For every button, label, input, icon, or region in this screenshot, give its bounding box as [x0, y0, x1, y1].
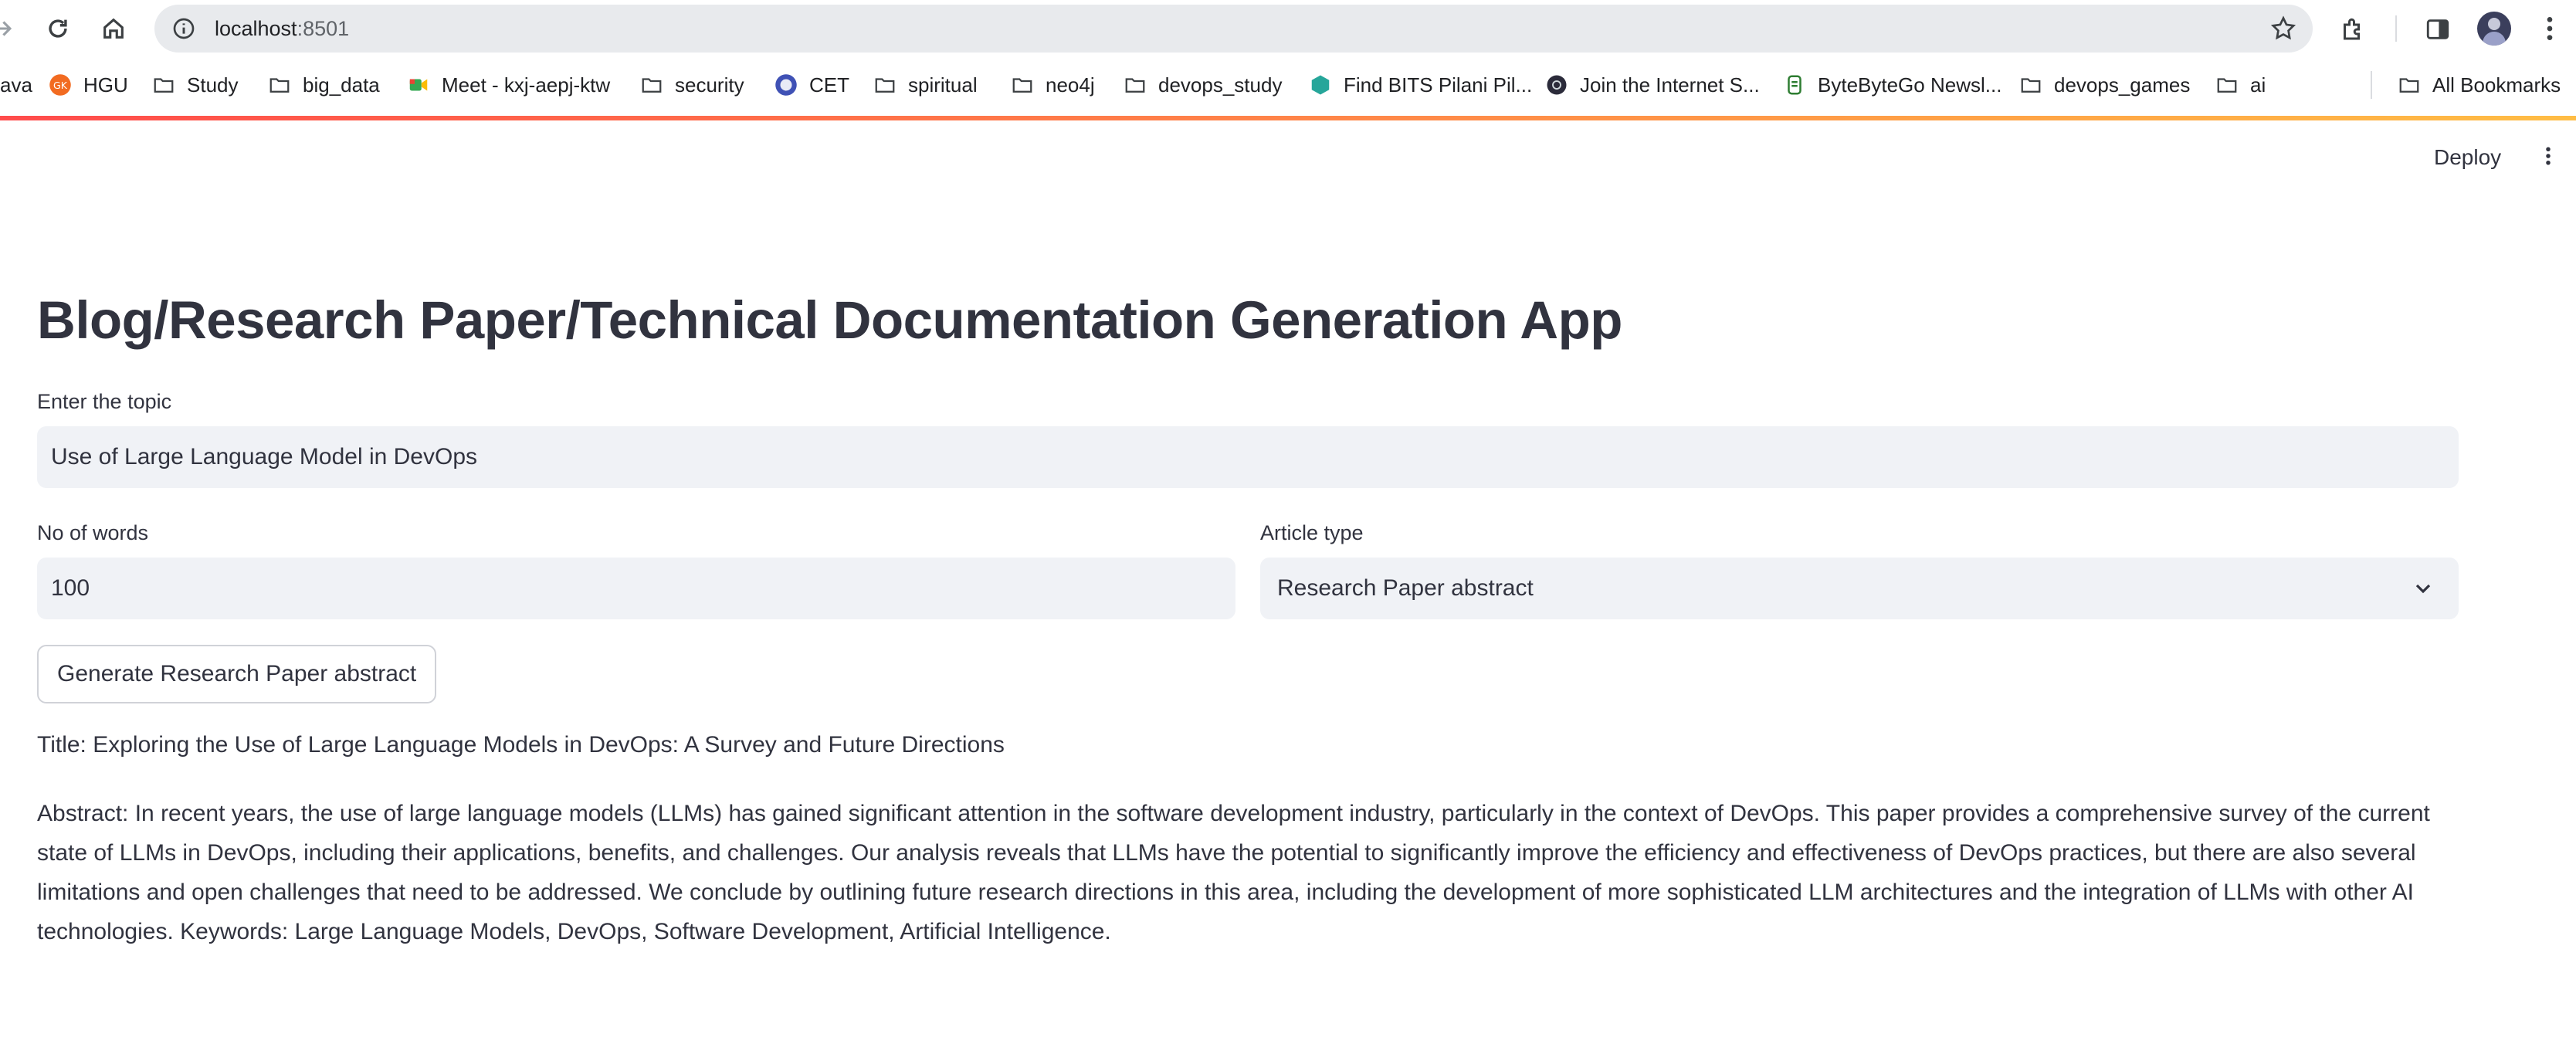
article-type-select[interactable]: Research Paper abstract — [1260, 558, 2459, 619]
word-count-value: 100 — [51, 575, 90, 601]
profile-avatar[interactable] — [2477, 12, 2511, 46]
bookmark-item[interactable]: Study — [151, 71, 239, 99]
browser-toolbar: localhost:8501 — [0, 0, 2576, 58]
bookmarks-bar: ava GK HGU Study big_data Meet - kxj-aep… — [0, 62, 2576, 110]
bookmark-item[interactable]: big_data — [267, 71, 380, 99]
bookmark-item[interactable]: devops_games — [2018, 71, 2190, 99]
toolbar-divider — [2395, 15, 2397, 42]
generate-button-label: Generate Research Paper abstract — [57, 661, 417, 686]
bookmark-label: big_data — [303, 73, 380, 97]
meet-icon — [406, 73, 431, 97]
word-count-label: No of words — [37, 521, 149, 544]
folder-icon — [2018, 73, 2043, 97]
hgu-icon: GK — [48, 73, 73, 97]
bookmark-item[interactable]: Find BITS Pilani Pil... — [1308, 71, 1532, 99]
folder-icon — [267, 73, 292, 97]
topic-label: Enter the topic — [37, 390, 172, 413]
side-panel-icon[interactable] — [2422, 13, 2454, 46]
app-menu-icon[interactable] — [2534, 141, 2562, 171]
all-bookmarks-button[interactable]: All Bookmarks — [2397, 71, 2561, 99]
bookmark-item[interactable]: GK HGU — [48, 71, 128, 99]
bookmark-item[interactable]: ava — [0, 71, 32, 99]
bookmark-label: Meet - kxj-aepj-ktw — [442, 73, 611, 97]
bookmark-item[interactable]: ByteByteGo Newsl... — [1782, 71, 2001, 99]
browser-menu-icon[interactable] — [2534, 13, 2565, 44]
home-icon[interactable] — [94, 9, 133, 48]
bookmark-item[interactable]: CET — [774, 71, 849, 99]
topic-input[interactable]: Use of Large Language Model in DevOps — [37, 426, 2459, 488]
svg-text:GK: GK — [53, 80, 68, 91]
generate-button[interactable]: Generate Research Paper abstract — [37, 645, 437, 703]
bookmark-item[interactable]: security — [639, 71, 744, 99]
cet-icon — [774, 73, 798, 97]
word-count-input[interactable]: 100 — [37, 558, 1235, 619]
extensions-icon[interactable] — [2337, 13, 2369, 46]
article-type-value: Research Paper abstract — [1277, 575, 1534, 601]
generated-title: Title: Exploring the Use of Large Langua… — [37, 732, 1005, 758]
bookmarks-divider — [2371, 71, 2372, 99]
address-bar[interactable]: localhost:8501 — [154, 5, 2313, 53]
bookmark-label: devops_study — [1158, 73, 1283, 97]
bookmark-label: Study — [187, 73, 239, 97]
bookmark-label: CET — [809, 73, 849, 97]
internet-icon — [1544, 73, 1569, 97]
bookmark-label: Find BITS Pilani Pil... — [1344, 73, 1533, 97]
bookmark-label: ava — [0, 73, 32, 97]
deploy-button[interactable]: Deploy — [2425, 141, 2510, 175]
bookmark-item[interactable]: devops_study — [1123, 71, 1282, 99]
url-text[interactable]: localhost:8501 — [215, 17, 349, 41]
folder-icon — [873, 73, 897, 97]
bookmark-item[interactable]: ai — [2215, 71, 2266, 99]
bytebytego-icon — [1782, 73, 1807, 97]
bookmark-item[interactable]: Meet - kxj-aepj-ktw — [406, 71, 610, 99]
page-title: Blog/Research Paper/Technical Documentat… — [37, 290, 1622, 350]
bits-icon — [1308, 73, 1333, 97]
topic-input-value: Use of Large Language Model in DevOps — [51, 444, 478, 469]
bookmark-star-icon[interactable] — [2269, 15, 2297, 42]
forward-icon[interactable] — [0, 9, 22, 48]
bookmark-item[interactable]: Join the Internet S... — [1544, 71, 1760, 99]
bookmark-label: ByteByteGo Newsl... — [1818, 73, 2002, 97]
bookmark-label: Join the Internet S... — [1580, 73, 1760, 97]
bookmark-label: devops_games — [2054, 73, 2191, 97]
folder-icon — [1123, 73, 1147, 97]
app-header-decoration — [0, 116, 2576, 120]
folder-icon — [151, 73, 176, 97]
generated-abstract: Abstract: In recent years, the use of la… — [37, 801, 2430, 944]
article-type-label: Article type — [1260, 521, 1364, 544]
folder-icon — [2397, 73, 2422, 97]
folder-icon — [1010, 73, 1035, 97]
bookmark-label: ai — [2250, 73, 2266, 97]
all-bookmarks-label: All Bookmarks — [2432, 73, 2561, 97]
chevron-down-icon — [2415, 584, 2431, 594]
folder-icon — [2215, 73, 2239, 97]
reload-icon[interactable] — [39, 9, 77, 48]
site-info-icon[interactable] — [170, 15, 198, 42]
bookmark-label: neo4j — [1046, 73, 1095, 97]
folder-icon — [639, 73, 664, 97]
url-port: :8501 — [297, 16, 350, 40]
bookmark-label: HGU — [83, 73, 128, 97]
bookmark-label: security — [675, 73, 744, 97]
bookmark-label: spiritual — [908, 73, 978, 97]
bookmark-item[interactable]: neo4j — [1010, 71, 1095, 99]
url-host: localhost — [215, 16, 297, 40]
bookmark-item[interactable]: spiritual — [873, 71, 978, 99]
